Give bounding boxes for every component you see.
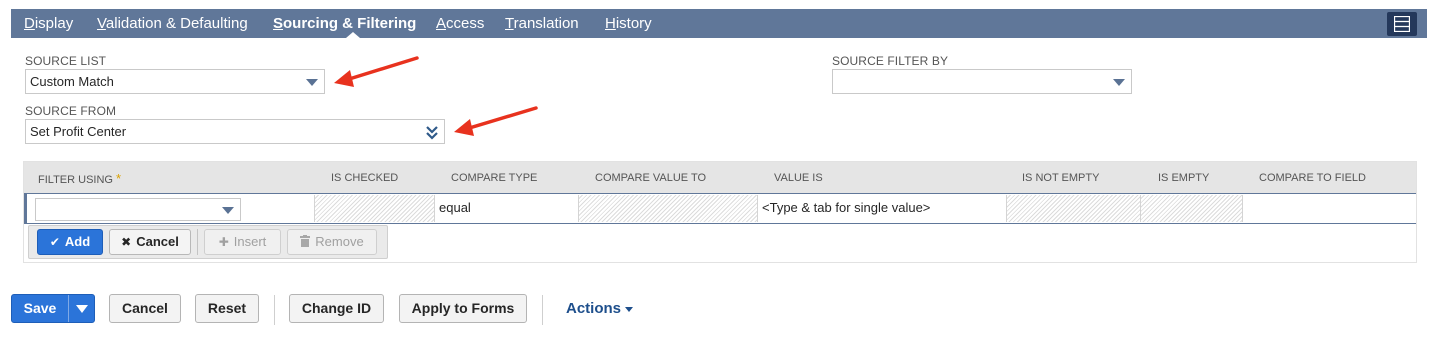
source-filter-by-select[interactable] [832,69,1132,94]
col-compare-to-field: COMPARE TO FIELD [1259,172,1366,184]
annotation-arrow [334,56,419,87]
col-filter-using: FILTER USING * [38,171,122,186]
active-tab-indicator [346,32,360,38]
change-id-button[interactable]: Change ID [289,294,384,323]
filter-using-select[interactable] [35,198,241,221]
tab-history[interactable]: History [605,9,652,38]
trash-icon [300,235,311,247]
tab-display[interactable]: Display [24,9,73,38]
annotation-arrow [454,106,538,136]
save-split-button[interactable]: Save [11,294,95,323]
insert-button[interactable]: ✚ Insert [204,229,281,255]
required-marker: * [116,171,122,186]
subtab-bar: Display Validation & Defaulting Sourcing… [11,9,1427,38]
source-from-select[interactable]: Set Profit Center [25,119,445,144]
chevron-down-icon[interactable] [76,305,88,313]
tab-access[interactable]: Access [436,9,484,38]
cell-is-checked [315,195,435,222]
double-chevron-down-icon [426,126,438,140]
chevron-down-icon [625,306,634,312]
source-filter-by-label: SOURCE FILTER BY [832,54,949,68]
source-list-value: Custom Match [30,74,114,89]
source-from-value: Set Profit Center [30,124,127,139]
col-is-empty: IS EMPTY [1158,172,1210,184]
cell-value-is[interactable]: <Type & tab for single value> [758,195,1007,222]
close-icon: ✖ [121,235,132,249]
cell-compare-type[interactable]: equal [435,195,579,222]
sublist-header: FILTER USING * IS CHECKED COMPARE TYPE C… [24,162,1416,193]
tab-translation[interactable]: Translation [505,9,579,38]
layout-toggle-button[interactable] [1387,12,1417,36]
tab-sourcing-filtering[interactable]: Sourcing & Filtering [273,9,416,38]
chevron-down-icon [222,207,234,214]
remove-button[interactable]: Remove [287,229,377,255]
col-value-is: VALUE IS [774,172,823,184]
cell-compare-to-field[interactable] [1243,195,1415,222]
chevron-down-icon [1113,79,1125,86]
actions-menu[interactable]: Actions [566,300,634,317]
sublist-button-bar: ✔ Add ✖ Cancel ✚ Insert Remove [28,225,388,259]
source-from-label: SOURCE FROM [25,104,117,118]
source-list-select[interactable]: Custom Match [25,69,325,94]
cancel-line-button[interactable]: ✖ Cancel [109,229,191,255]
chevron-down-icon [306,79,318,86]
col-compare-value-to: COMPARE VALUE TO [595,172,707,184]
col-is-not-empty: IS NOT EMPTY [1022,172,1100,184]
cell-is-not-empty [1007,195,1141,222]
divider [197,229,198,255]
plus-icon: ✚ [218,235,229,249]
reset-button[interactable]: Reset [195,294,259,323]
checkmark-icon: ✔ [49,235,60,249]
cell-compare-value-to [579,195,758,222]
apply-to-forms-button[interactable]: Apply to Forms [399,294,527,323]
divider [274,295,275,325]
tab-validation-defaulting[interactable]: Validation & Defaulting [97,9,248,38]
filter-sublist: FILTER USING * IS CHECKED COMPARE TYPE C… [23,161,1417,263]
col-is-checked: IS CHECKED [331,172,399,184]
cell-is-empty [1141,195,1243,222]
add-button[interactable]: ✔ Add [37,229,103,255]
table-row: equal <Type & tab for single value> [24,193,1416,224]
divider [68,295,69,322]
layout-icon [1394,16,1410,32]
cell-filter-using [27,195,315,222]
divider [542,295,543,325]
cancel-button[interactable]: Cancel [109,294,181,323]
col-compare-type: COMPARE TYPE [451,172,538,184]
save-button[interactable]: Save [12,295,68,322]
source-list-label: SOURCE LIST [25,54,107,68]
